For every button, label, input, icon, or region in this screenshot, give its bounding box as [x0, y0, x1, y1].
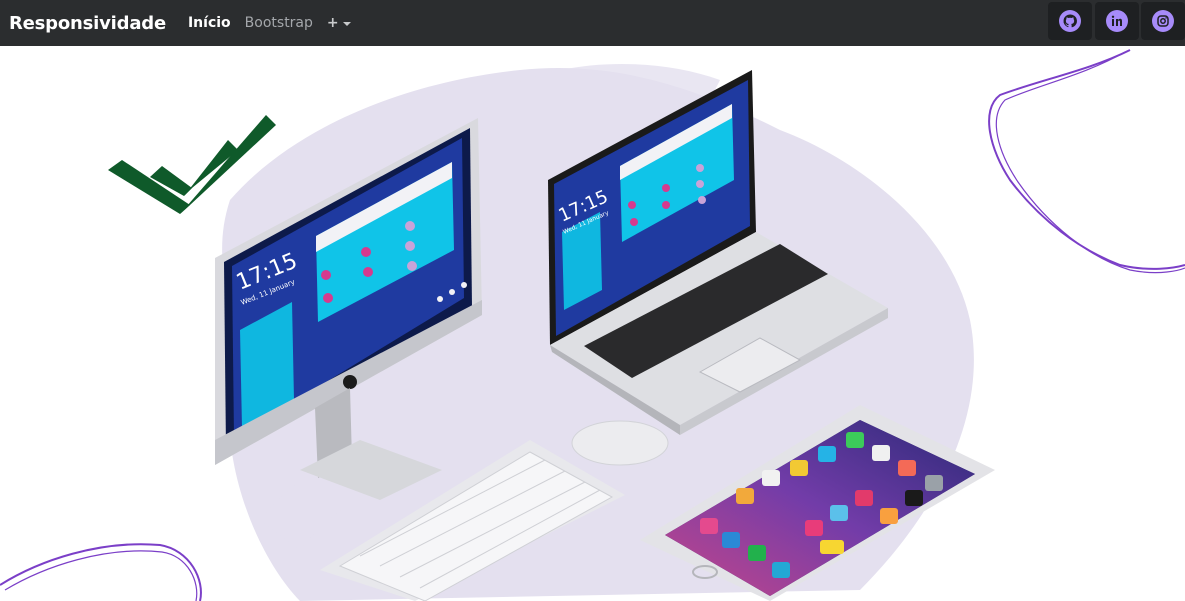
github-button[interactable] [1048, 2, 1092, 40]
instagram-icon [1152, 10, 1174, 32]
linkedin-icon [1106, 10, 1128, 32]
nav-link-bootstrap[interactable]: Bootstrap [245, 15, 313, 31]
hero-illustration: 17:15 Wed, 11 January 17:15 Wed, 11 Janu… [0, 46, 1185, 601]
decorative-swirl-right [988, 49, 1185, 274]
nav-dropdown-toggle[interactable]: + [327, 15, 351, 31]
chevron-down-icon [342, 21, 351, 26]
instagram-button[interactable] [1141, 2, 1185, 40]
decorative-swirl-left [0, 543, 202, 601]
mouse-illustration [571, 420, 669, 466]
top-navbar: Responsividade Início Bootstrap + [0, 0, 1185, 46]
nav-dropdown-label: + [326, 15, 339, 31]
linkedin-button[interactable] [1095, 2, 1139, 40]
nav-link-inicio[interactable]: Início [188, 15, 231, 31]
github-icon [1059, 10, 1081, 32]
brand-title[interactable]: Responsividade [9, 13, 166, 34]
